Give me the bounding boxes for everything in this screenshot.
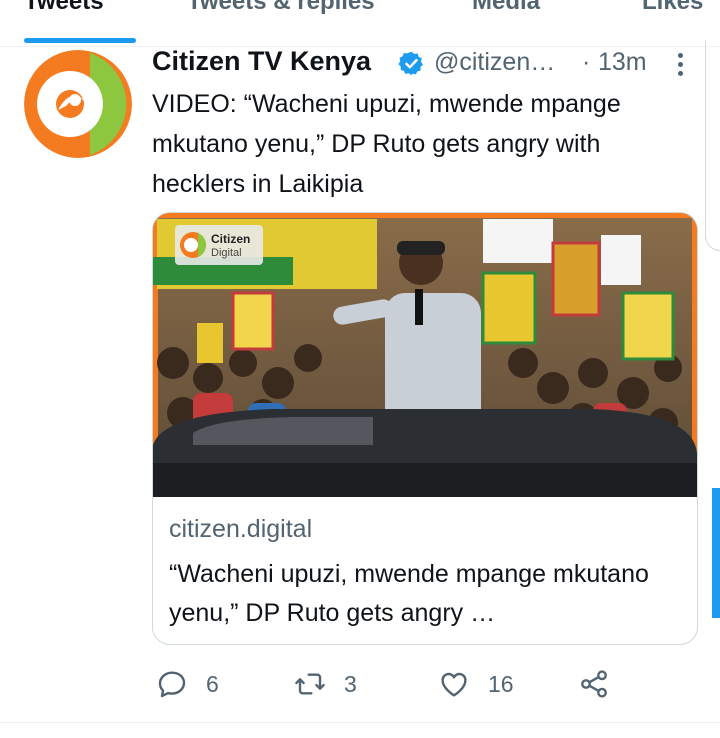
retweet-button[interactable]: 3: [294, 664, 357, 704]
tab-tweets[interactable]: Tweets: [24, 0, 104, 16]
avatar[interactable]: [24, 50, 132, 158]
scrollbar-thumb[interactable]: [712, 488, 720, 618]
like-button[interactable]: 16: [438, 664, 514, 704]
author-name[interactable]: Citizen TV Kenya: [152, 46, 371, 77]
share-icon: [581, 670, 607, 698]
adjacent-panel-edge: [705, 40, 720, 251]
more-options-icon[interactable]: [670, 50, 690, 78]
card-image[interactable]: Citizen Digital: [153, 213, 697, 497]
link-card[interactable]: Citizen Digital citizen.digital “Wacheni…: [152, 212, 698, 645]
reply-icon: [158, 671, 186, 698]
divider: [0, 722, 720, 723]
citizen-logo-icon: [24, 50, 132, 158]
tab-tweets-and-replies[interactable]: Tweets & replies: [187, 0, 375, 16]
tweet-text: VIDEO: “Wacheni upuzi, mwende mpange mku…: [152, 90, 621, 198]
verified-badge-icon: [398, 51, 423, 76]
reply-count: 6: [206, 670, 219, 697]
profile-tabs: Tweets Tweets & replies Media Likes: [0, 0, 720, 47]
retweet-count: 3: [344, 670, 357, 697]
citizen-digital-badge: Citizen Digital: [175, 225, 263, 265]
reply-button[interactable]: 6: [156, 664, 219, 704]
share-button[interactable]: [578, 664, 628, 704]
tweet-actions: 6 3 16: [156, 664, 716, 704]
separator-dot: ·: [582, 48, 591, 76]
active-tab-indicator: [24, 38, 136, 43]
card-title: “Wacheni upuzi, mwende mpange mkutano ye…: [169, 560, 649, 627]
heart-icon: [441, 672, 467, 697]
tweet-timestamp[interactable]: 13m: [598, 48, 647, 77]
card-domain: citizen.digital: [169, 515, 313, 543]
tab-media[interactable]: Media: [472, 0, 540, 16]
author-handle[interactable]: @citizen…: [434, 48, 555, 77]
badge-text-citizen: Citizen: [211, 232, 250, 246]
tab-likes[interactable]: Likes: [642, 0, 703, 16]
tweet-header: Citizen TV Kenya @citizen… · 13m: [152, 44, 692, 84]
like-count: 16: [488, 670, 514, 697]
retweet-icon: [295, 673, 325, 695]
badge-text-digital: Digital: [211, 247, 242, 259]
